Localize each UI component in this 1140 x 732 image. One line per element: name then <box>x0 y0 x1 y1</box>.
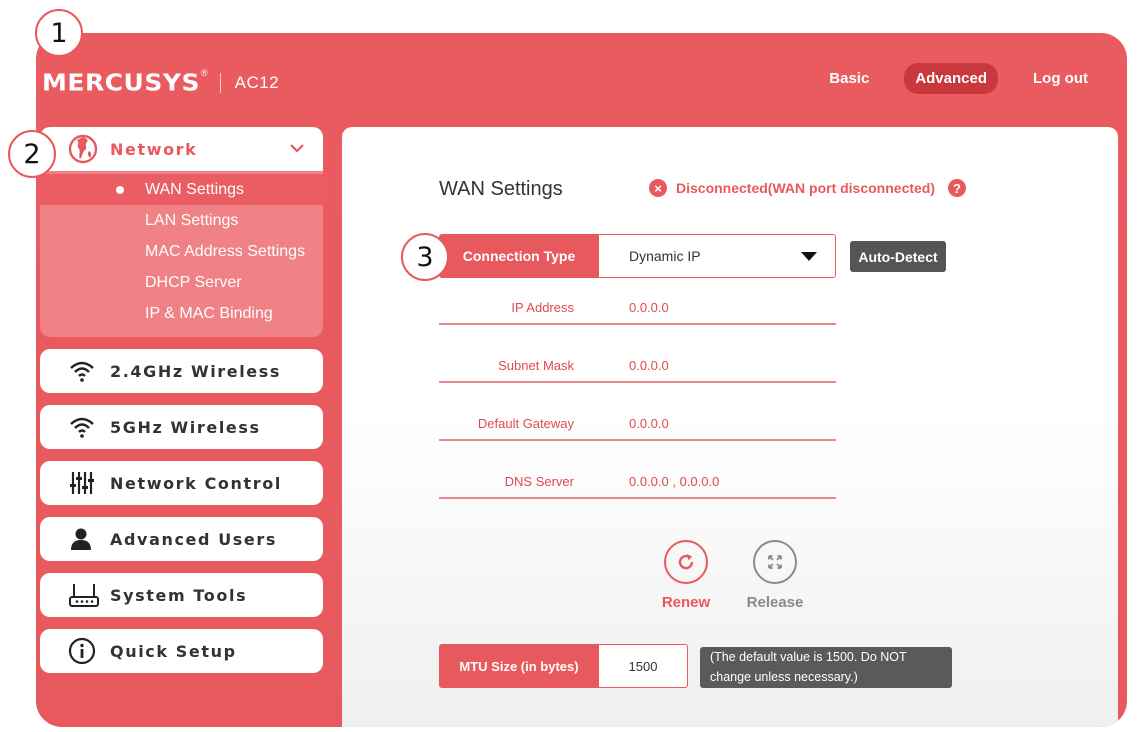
router-admin-frame: MERCUSYS ® AC12 Basic Advanced Log out N… <box>36 33 1127 727</box>
help-icon[interactable]: ? <box>948 179 967 197</box>
mtu-size-hint: (The default value is 1500. Do NOT chang… <box>700 647 952 688</box>
sidebar-item-label: 2.4GHz Wireless <box>110 361 282 381</box>
sidebar-item-label: Quick Setup <box>110 641 237 661</box>
brand-separator <box>219 72 221 93</box>
sidebar-item-label: Network <box>110 139 198 159</box>
network-submenu: WAN Settings LAN Settings MAC Address Se… <box>40 171 323 337</box>
release-icon <box>753 540 797 584</box>
connection-type-value: Dynamic IP <box>629 248 701 264</box>
mtu-size-row: MTU Size (in bytes) 1500 <box>439 644 688 688</box>
renew-icon <box>664 540 708 584</box>
mtu-size-label: MTU Size (in bytes) <box>439 644 599 688</box>
info-row-subnet-mask: Subnet Mask 0.0.0.0 <box>439 349 836 383</box>
content-panel: WAN Settings × Disconnected(WAN port dis… <box>342 127 1118 727</box>
globe-icon <box>68 134 102 164</box>
active-dot-icon <box>116 186 124 194</box>
submenu-item-lan-settings[interactable]: LAN Settings <box>40 205 323 236</box>
user-icon <box>68 525 102 553</box>
connection-status: × Disconnected(WAN port disconnected) ? <box>649 179 967 197</box>
info-label: Default Gateway <box>477 415 574 431</box>
submenu-item-mac-address-settings[interactable]: MAC Address Settings <box>40 236 323 267</box>
sidebar-item-advanced-users[interactable]: Advanced Users <box>40 517 323 561</box>
info-row-default-gateway: Default Gateway 0.0.0.0 <box>439 407 836 441</box>
step-marker-3: 3 <box>401 233 449 281</box>
sidebar-item-system-tools[interactable]: System Tools <box>40 573 323 617</box>
info-label: Subnet Mask <box>498 357 574 373</box>
info-row-ip-address: IP Address 0.0.0.0 <box>439 291 836 325</box>
wifi-icon <box>68 357 102 385</box>
sidebar-item-network-control[interactable]: Network Control <box>40 461 323 505</box>
status-text: Disconnected(WAN port disconnected) <box>676 180 936 196</box>
submenu-item-dhcp-server[interactable]: DHCP Server <box>40 267 323 298</box>
brand-registered-mark: ® <box>200 68 208 78</box>
step-marker-1: 1 <box>35 9 83 57</box>
info-value: 0.0.0.0 <box>629 357 669 373</box>
sidebar: Network WAN Settings LAN Settings MAC Ad… <box>40 127 323 685</box>
error-icon: × <box>649 179 667 197</box>
info-icon <box>68 637 102 665</box>
submenu-item-label: DHCP Server <box>145 273 242 291</box>
nav-advanced[interactable]: Advanced <box>904 63 999 94</box>
submenu-item-label: LAN Settings <box>145 211 239 229</box>
info-value: 0.0.0.0 , 0.0.0.0 <box>629 473 720 489</box>
submenu-item-wan-settings[interactable]: WAN Settings <box>40 174 323 205</box>
step-marker-2: 2 <box>8 130 56 178</box>
release-label: Release <box>746 594 804 611</box>
dropdown-caret-icon <box>801 252 817 261</box>
connection-type-label: Connection Type <box>439 234 599 278</box>
release-button[interactable]: Release <box>745 540 805 611</box>
info-row-dns-server: DNS Server 0.0.0.0 , 0.0.0.0 <box>439 465 836 499</box>
info-value: 0.0.0.0 <box>629 299 669 315</box>
nav-basic[interactable]: Basic <box>818 63 880 94</box>
mtu-size-input[interactable]: 1500 <box>599 644 688 688</box>
info-label: DNS Server <box>504 473 574 489</box>
renew-button[interactable]: Renew <box>656 540 716 611</box>
sliders-icon <box>68 469 102 497</box>
info-value: 0.0.0.0 <box>629 415 669 431</box>
sidebar-item-quick-setup[interactable]: Quick Setup <box>40 629 323 673</box>
info-label: IP Address <box>511 299 574 315</box>
chevron-down-icon[interactable] <box>289 141 305 159</box>
nav-logout[interactable]: Log out <box>1022 63 1099 94</box>
auto-detect-button[interactable]: Auto-Detect <box>850 241 946 272</box>
sidebar-item-label: Advanced Users <box>110 529 277 549</box>
top-nav: Basic Advanced Log out <box>794 63 1099 94</box>
submenu-item-ip-mac-binding[interactable]: IP & MAC Binding <box>40 298 323 329</box>
sidebar-item-network[interactable]: Network <box>40 127 323 171</box>
page-title: WAN Settings <box>439 178 563 200</box>
brand-logo: MERCUSYS ® AC12 <box>42 68 279 97</box>
network-group: Network WAN Settings LAN Settings MAC Ad… <box>40 127 323 337</box>
renew-label: Renew <box>661 594 711 611</box>
sidebar-item-24ghz-wireless[interactable]: 2.4GHz Wireless <box>40 349 323 393</box>
router-icon <box>68 581 102 609</box>
sidebar-item-5ghz-wireless[interactable]: 5GHz Wireless <box>40 405 323 449</box>
connection-type-row: Connection Type Dynamic IP <box>439 234 836 278</box>
model-name: AC12 <box>234 72 280 92</box>
connection-type-select[interactable]: Dynamic IP <box>599 234 836 278</box>
wifi-icon <box>68 413 102 441</box>
submenu-item-label: WAN Settings <box>145 180 244 198</box>
brand-name: MERCUSYS <box>42 69 200 96</box>
submenu-item-label: IP & MAC Binding <box>145 304 273 322</box>
sidebar-item-label: Network Control <box>110 473 282 493</box>
sidebar-item-label: 5GHz Wireless <box>110 417 261 437</box>
sidebar-item-label: System Tools <box>110 585 248 605</box>
submenu-item-label: MAC Address Settings <box>145 242 306 260</box>
